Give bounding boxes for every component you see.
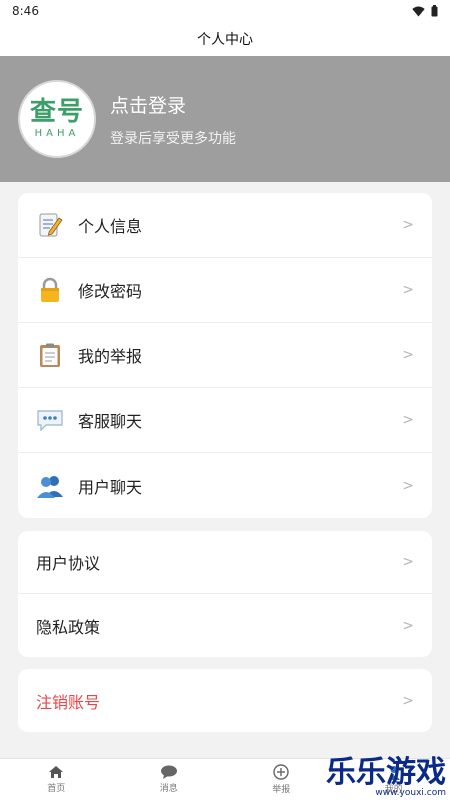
chevron-right-icon: >	[402, 554, 414, 570]
chat-icon	[160, 765, 177, 779]
speech-bubble-icon	[36, 406, 64, 434]
menu-item-user-chat[interactable]: 用户聊天 >	[18, 453, 432, 518]
title-bar: 个人中心	[0, 22, 450, 56]
clipboard-icon	[36, 341, 64, 369]
menu-card-main: 个人信息 > 修改密码 > 我的举报 > 客服聊天 > 用户聊天 >	[18, 193, 432, 518]
watermark-text: 乐乐游戏	[326, 755, 446, 790]
battery-icon	[431, 5, 438, 17]
tab-label: 首页	[47, 784, 66, 794]
menu-item-delete-account[interactable]: 注销账号 >	[18, 669, 432, 732]
tab-label: 消息	[159, 784, 178, 794]
menu-item-profile-info[interactable]: 个人信息 >	[18, 193, 432, 258]
menu-label: 用户协议	[36, 554, 101, 573]
chevron-right-icon: >	[402, 692, 414, 709]
chevron-right-icon: >	[402, 282, 414, 298]
status-icons	[412, 5, 438, 17]
plus-circle-icon	[273, 764, 289, 780]
avatar[interactable]: 查号 HAHA	[18, 80, 96, 158]
page-title: 个人中心	[197, 32, 253, 48]
chevron-right-icon: >	[402, 347, 414, 363]
wifi-icon	[412, 6, 425, 16]
menu-item-user-agreement[interactable]: 用户协议 >	[18, 531, 432, 594]
tab-report[interactable]: 举报	[225, 759, 338, 800]
chevron-right-icon: >	[402, 412, 414, 428]
tab-home[interactable]: 首页	[0, 759, 113, 800]
menu-label: 我的举报	[78, 347, 143, 366]
watermark: 乐乐游戏 www.youxi.com	[326, 755, 446, 799]
menu-label: 用户聊天	[78, 477, 143, 497]
lock-icon	[36, 276, 64, 304]
menu-item-customer-service-chat[interactable]: 客服聊天 >	[18, 388, 432, 453]
status-time: 8:46	[12, 4, 39, 18]
avatar-logo-text: 查号	[29, 97, 84, 127]
menu-label: 修改密码	[78, 282, 143, 301]
menu-label: 注销账号	[36, 692, 101, 712]
memo-icon	[36, 211, 64, 239]
chevron-right-icon: >	[402, 617, 414, 634]
login-subtitle: 登录后享受更多功能	[110, 130, 236, 147]
menu-card-legal: 用户协议 > 隐私政策 >	[18, 531, 432, 657]
menu-label: 个人信息	[78, 217, 143, 236]
chevron-right-icon: >	[402, 477, 414, 494]
menu-label: 隐私政策	[36, 617, 101, 637]
menu-item-my-reports[interactable]: 我的举报 >	[18, 323, 432, 388]
users-icon	[36, 472, 64, 500]
avatar-logo-subtext: HAHA	[34, 128, 80, 139]
profile-header[interactable]: 查号 HAHA 点击登录 登录后享受更多功能	[0, 56, 450, 182]
profile-text: 点击登录 登录后享受更多功能	[110, 91, 236, 148]
chevron-right-icon: >	[402, 217, 414, 233]
login-title[interactable]: 点击登录	[110, 91, 236, 118]
menu-label: 客服聊天	[78, 412, 143, 431]
tab-messages[interactable]: 消息	[113, 759, 226, 800]
menu-item-change-password[interactable]: 修改密码 >	[18, 258, 432, 323]
menu-card-account: 注销账号 >	[18, 669, 432, 732]
tab-label: 举报	[272, 785, 291, 795]
menu-item-privacy-policy[interactable]: 隐私政策 >	[18, 594, 432, 657]
home-icon	[49, 766, 64, 778]
status-bar: 8:46	[0, 0, 450, 22]
